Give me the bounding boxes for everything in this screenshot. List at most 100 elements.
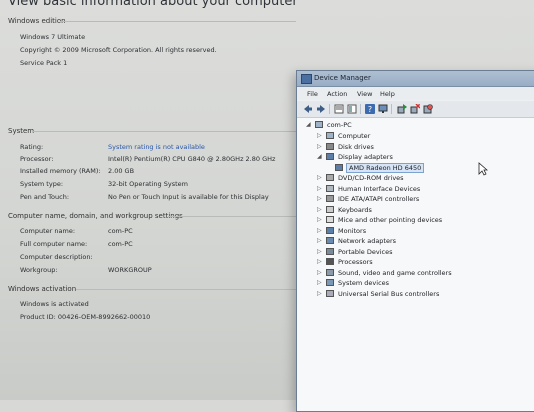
tree-root[interactable]: ◢ com-PC	[297, 120, 534, 130]
tree-item[interactable]: ▷ Monitors	[297, 226, 534, 236]
service-pack-text: Service Pack 1	[20, 59, 68, 67]
tree-item-label: Sound, video and game controllers	[338, 268, 452, 277]
expand-arrow-icon[interactable]: ▷	[317, 278, 322, 288]
expand-arrow-icon[interactable]: ▷	[317, 247, 322, 257]
processor-value: Intel(R) Pentium(R) CPU G840 @ 2.80GHz 2…	[108, 155, 276, 163]
expand-arrow-icon[interactable]: ▷	[317, 173, 322, 183]
product-id: Product ID: 00426-OEM-8992662-00010	[20, 313, 151, 321]
toolbar: ?	[297, 101, 534, 118]
workgroup-label: Workgroup:	[20, 266, 58, 274]
expand-arrow-icon[interactable]: ▷	[317, 236, 322, 246]
tree-item-label: System devices	[338, 279, 390, 287]
processor-label: Processor:	[20, 155, 54, 163]
device-tree[interactable]: ◢ com-PC ▷ Computer ▷ Disk drives ◢ Disp…	[297, 118, 534, 411]
expand-arrow-icon[interactable]: ▷	[317, 131, 322, 141]
dvd-drive-icon	[326, 174, 334, 181]
tree-item[interactable]: ▷ Network adapters	[297, 236, 534, 246]
tree-item[interactable]: ▷ Disk drives	[297, 142, 534, 152]
tree-item[interactable]: ▷ Sound, video and game controllers	[297, 268, 534, 278]
tree-item[interactable]: ▷ Processors	[297, 257, 534, 267]
tree-item[interactable]: ▷ Computer	[297, 131, 534, 141]
network-adapter-icon	[326, 237, 334, 244]
properties-icon[interactable]	[334, 104, 344, 114]
tree-item[interactable]: ▷ DVD/CD-ROM drives	[297, 173, 534, 183]
menu-file[interactable]: File	[307, 90, 318, 98]
help-icon[interactable]: ?	[365, 104, 375, 114]
expand-arrow-icon[interactable]: ▷	[317, 289, 322, 299]
tree-item-selected[interactable]: AMD Radeon HD 6450	[297, 162, 534, 173]
memory-value: 2.00 GB	[108, 167, 135, 175]
tree-item[interactable]: ▷ Universal Serial Bus controllers	[297, 289, 534, 299]
tree-item[interactable]: ▷ System devices	[297, 278, 534, 288]
full-computer-name-value: com-PC	[108, 240, 133, 248]
menu-action[interactable]: Action	[327, 90, 347, 98]
usb-controller-icon	[326, 289, 334, 297]
tree-item-label: Monitors	[338, 226, 367, 235]
full-computer-name-label: Full computer name:	[20, 240, 88, 248]
tree-item[interactable]: ▷ Human Interface Devices	[297, 184, 534, 194]
tree-item-label: Mice and other pointing devices	[338, 216, 443, 224]
tree-item-label: Computer	[338, 132, 371, 140]
tree-item-label: Disk drives	[338, 142, 374, 151]
section-divider	[60, 21, 296, 22]
collapse-arrow-icon[interactable]: ◢	[317, 152, 322, 162]
title-bar[interactable]: Device Manager	[297, 71, 534, 87]
forward-icon[interactable]	[316, 104, 326, 114]
tree-item-label: IDE ATA/ATAPI controllers	[338, 195, 420, 203]
device-manager-icon	[301, 74, 312, 84]
tree-item[interactable]: ▷ IDE ATA/ATAPI controllers	[297, 194, 534, 204]
device-manager-window[interactable]: Device Manager File Action View Help ? ◢…	[296, 70, 534, 412]
expand-arrow-icon[interactable]: ▷	[317, 205, 322, 215]
computer-name-section-heading: Computer name, domain, and workgroup set…	[8, 212, 183, 220]
menu-view[interactable]: View	[357, 90, 372, 98]
update-driver-icon[interactable]	[397, 104, 407, 114]
tree-item-label: Keyboards	[338, 205, 372, 214]
expand-arrow-icon[interactable]: ▷	[317, 142, 322, 152]
menu-help[interactable]: Help	[380, 90, 395, 98]
computer-description-label: Computer description:	[20, 253, 93, 261]
tree-item-label: DVD/CD-ROM drives	[338, 174, 404, 182]
uninstall-icon[interactable]	[410, 104, 420, 114]
disk-drive-icon	[326, 142, 334, 150]
pen-touch-label: Pen and Touch:	[20, 193, 70, 201]
monitor-icon[interactable]	[378, 104, 388, 114]
computer-name-label: Computer name:	[20, 227, 76, 235]
expand-arrow-icon[interactable]: ▷	[317, 257, 322, 267]
computer-icon	[315, 121, 323, 128]
window-title: Device Manager	[314, 74, 371, 82]
workgroup-value: WORKGROUP	[108, 266, 152, 274]
section-divider	[32, 131, 296, 132]
scan-icon[interactable]	[423, 104, 433, 114]
activation-section-heading: Windows activation	[8, 285, 77, 293]
tree-item[interactable]: ▷ Mice and other pointing devices	[297, 215, 534, 225]
section-divider	[76, 289, 296, 290]
view-icon[interactable]	[347, 104, 357, 114]
root-label: com-PC	[327, 121, 352, 129]
expand-arrow-icon[interactable]: ▷	[317, 184, 322, 194]
tree-item[interactable]: ▷ Keyboards	[297, 205, 534, 215]
tree-item[interactable]: ▷ Portable Devices	[297, 247, 534, 257]
pen-touch-value: No Pen or Touch Input is available for t…	[108, 193, 269, 201]
page-title: View basic information about your comput…	[8, 0, 298, 9]
expand-arrow-icon[interactable]: ▷	[317, 226, 322, 236]
expand-arrow-icon[interactable]: ▷	[317, 268, 322, 278]
tree-item[interactable]: ◢ Display adapters	[297, 152, 534, 162]
display-adapter-icon	[335, 163, 343, 171]
system-type-value: 32-bit Operating System	[108, 180, 188, 188]
copyright-text: Copyright © 2009 Microsoft Corporation. …	[20, 46, 217, 54]
portable-device-icon	[326, 247, 334, 255]
rating-label: Rating:	[20, 143, 44, 151]
tree-item-label: AMD Radeon HD 6450	[346, 162, 425, 173]
windows-edition-text: Windows 7 Ultimate	[20, 33, 86, 41]
tree-item-label: Processors	[338, 258, 373, 266]
system-section-heading: System	[8, 127, 35, 135]
collapse-arrow-icon[interactable]: ◢	[306, 120, 311, 130]
tree-item-label: Display adapters	[338, 153, 393, 161]
expand-arrow-icon[interactable]: ▷	[317, 215, 322, 225]
tree-item-label: Human Interface Devices	[338, 184, 421, 193]
menu-bar: File Action View Help	[297, 87, 534, 100]
tree-item-label: Portable Devices	[338, 247, 393, 256]
back-icon[interactable]	[303, 104, 313, 114]
rating-link[interactable]: System rating is not available	[108, 143, 205, 151]
expand-arrow-icon[interactable]: ▷	[317, 194, 322, 204]
